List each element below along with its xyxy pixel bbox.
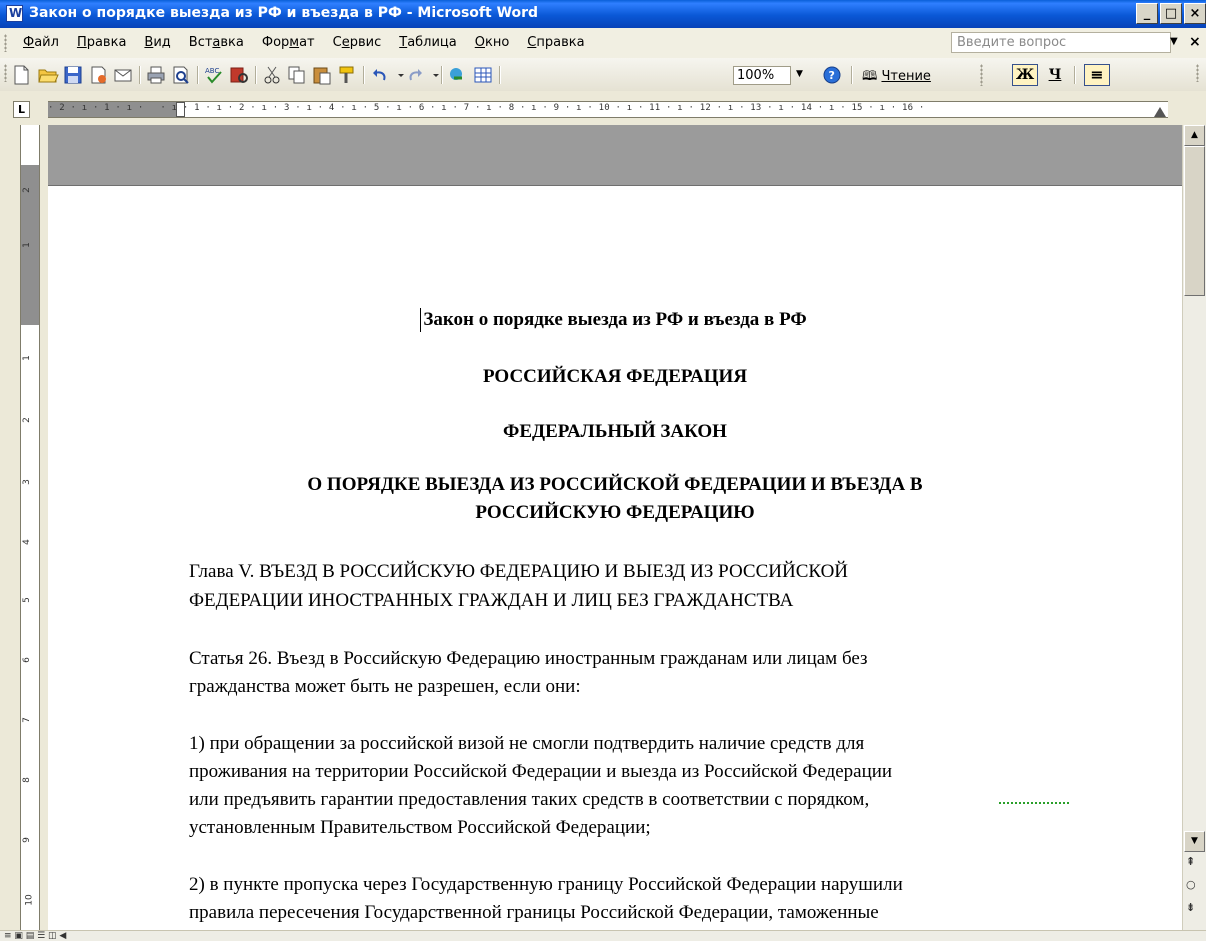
spelling-icon[interactable]: ABC: [203, 64, 225, 86]
item1-line3: или предъявить гарантии предоставления т…: [189, 789, 870, 810]
next-page-icon[interactable]: ⇟: [1186, 901, 1195, 914]
item1-line1: 1) при обращении за российской визой не …: [189, 733, 865, 754]
zoom-dropdown-icon[interactable]: ▼: [796, 69, 803, 79]
menu-grip-handle[interactable]: [4, 34, 7, 52]
scroll-up-button[interactable]: ▲: [1184, 125, 1205, 146]
window-controls: _ □ ×: [1136, 3, 1206, 25]
research-icon[interactable]: [228, 64, 250, 86]
chapter-line2: ФЕДЕРАЦИИ ИНОСТРАННЫХ ГРАЖДАН И ЛИЦ БЕЗ …: [189, 590, 794, 611]
align-left-button[interactable]: ≡: [1084, 64, 1110, 86]
bold-button[interactable]: Ж: [1012, 64, 1038, 86]
article-line2: гражданства может быть не разрешен, если…: [189, 676, 581, 697]
previous-page-icon[interactable]: ⇞: [1186, 855, 1195, 868]
menu-file[interactable]: Файл: [14, 35, 68, 50]
close-button[interactable]: ×: [1184, 3, 1206, 24]
heading-federation: РОССИЙСКАЯ ФЕДЕРАЦИЯ: [482, 366, 748, 387]
save-icon[interactable]: [62, 64, 84, 86]
indent-marker[interactable]: [176, 102, 185, 117]
word-app-icon[interactable]: [6, 5, 23, 22]
book-icon: 🕮: [862, 69, 878, 84]
menu-items: Файл Правка Вид Вставка Формат Сервис Та…: [14, 35, 594, 50]
paste-icon[interactable]: [311, 64, 333, 86]
underline-button[interactable]: Ч: [1042, 64, 1068, 86]
item1-line2: проживания на территории Российской Феде…: [189, 761, 893, 782]
print-icon[interactable]: [145, 64, 167, 86]
menu-insert[interactable]: Вставка: [180, 35, 253, 50]
document-area[interactable]: Закон о порядке выезда из РФ и въезда в …: [48, 125, 1182, 930]
document-close-icon[interactable]: ×: [1189, 34, 1201, 50]
reading-mode-button[interactable]: 🕮 Чтение: [862, 67, 931, 89]
vertical-ruler[interactable]: 2 1 1 2 3 4 5 6 7 8 9 10: [20, 125, 40, 940]
open-folder-icon[interactable]: [37, 64, 59, 86]
redo-dropdown-icon[interactable]: [425, 64, 439, 86]
menu-tools[interactable]: Сервис: [324, 35, 391, 50]
menu-bar: Файл Правка Вид Вставка Формат Сервис Та…: [0, 28, 1206, 59]
menu-format[interactable]: Формат: [253, 35, 324, 50]
permission-icon[interactable]: [87, 64, 109, 86]
hyperlink-icon[interactable]: [447, 64, 469, 86]
horizontal-ruler[interactable]: · 2 · ı · 1 · ı · · ı · 1 · ı · 2 · ı · …: [48, 101, 1168, 118]
redo-icon[interactable]: [404, 64, 426, 86]
document-title: Закон о порядке выезда из РФ и въезда в …: [423, 309, 807, 330]
title-bar: Закон о порядке выезда из РФ и въезда в …: [0, 0, 1206, 28]
menu-help[interactable]: Справка: [518, 35, 593, 50]
copy-icon[interactable]: [286, 64, 308, 86]
vertical-scrollbar[interactable]: ▲ ▼ ⇞ ○ ⇟: [1182, 125, 1206, 930]
menu-window[interactable]: Окно: [466, 35, 519, 50]
new-document-icon[interactable]: [10, 64, 32, 86]
format-painter-icon[interactable]: [336, 64, 358, 86]
menu-table[interactable]: Таблица: [390, 35, 466, 50]
menu-edit[interactable]: Правка: [68, 35, 135, 50]
maximize-button[interactable]: □: [1160, 3, 1182, 24]
svg-text:?: ?: [829, 69, 835, 82]
zoom-select[interactable]: 100%: [733, 66, 791, 85]
toolbar-overflow-handle[interactable]: [1196, 64, 1199, 82]
print-preview-icon[interactable]: [170, 64, 192, 86]
chapter-line1: Глава V. ВЪЕЗД В РОССИЙСКУЮ ФЕДЕРАЦИЮ И …: [189, 561, 849, 582]
heading-federal-law: ФЕДЕРАЛЬНЫЙ ЗАКОН: [503, 421, 727, 442]
help-icon[interactable]: ?: [821, 64, 843, 86]
horizontal-scrollbar[interactable]: ≡ ▣ ▤ ☰ ◫ ◀: [0, 930, 1206, 941]
item2-line2: правила пересечения Государственной гран…: [189, 902, 879, 923]
tables-borders-icon[interactable]: [472, 64, 494, 86]
help-dropdown-arrow-icon[interactable]: ▼: [1170, 36, 1178, 47]
help-question-input[interactable]: Введите вопрос: [951, 32, 1171, 53]
undo-icon[interactable]: [369, 64, 391, 86]
formatting-grip-handle[interactable]: [980, 64, 983, 86]
window-title: Закон о порядке выезда из РФ и въезда в …: [29, 5, 539, 21]
browse-object-icon[interactable]: ○: [1186, 878, 1196, 891]
scroll-thumb[interactable]: [1184, 146, 1205, 296]
document-page[interactable]: Закон о порядке выезда из РФ и въезда в …: [48, 185, 1182, 930]
item2-line1: 2) в пункте пропуска через Государственн…: [189, 874, 903, 895]
toolbar-grip-handle[interactable]: [4, 64, 7, 82]
spelling-squiggle: [999, 799, 1069, 804]
standard-toolbar: ABC 100% ▼ ? 🕮 Чтение Ж Ч ≡: [0, 58, 1206, 92]
cut-icon[interactable]: [261, 64, 283, 86]
right-indent-marker[interactable]: [1154, 107, 1166, 117]
tab-selector-button[interactable]: L: [13, 101, 30, 118]
heading-law-name-line1: О ПОРЯДКЕ ВЫЕЗДА ИЗ РОССИЙСКОЙ ФЕДЕРАЦИИ…: [307, 474, 923, 495]
svg-text:ABC: ABC: [205, 67, 219, 75]
undo-dropdown-icon[interactable]: [390, 64, 404, 86]
email-icon[interactable]: [112, 64, 134, 86]
minimize-button[interactable]: _: [1136, 3, 1158, 24]
item1-line4: установленным Правительством Российской …: [189, 817, 651, 838]
ruler-row: L · 2 · ı · 1 · ı · · ı · 1 · ı · 2 · ı …: [0, 91, 1206, 125]
menu-view[interactable]: Вид: [135, 35, 179, 50]
article-line1: Статья 26. Въезд в Российскую Федерацию …: [189, 648, 868, 669]
scroll-down-button[interactable]: ▼: [1184, 831, 1205, 852]
heading-law-name-line2: РОССИЙСКУЮ ФЕДЕРАЦИЮ: [475, 502, 755, 523]
